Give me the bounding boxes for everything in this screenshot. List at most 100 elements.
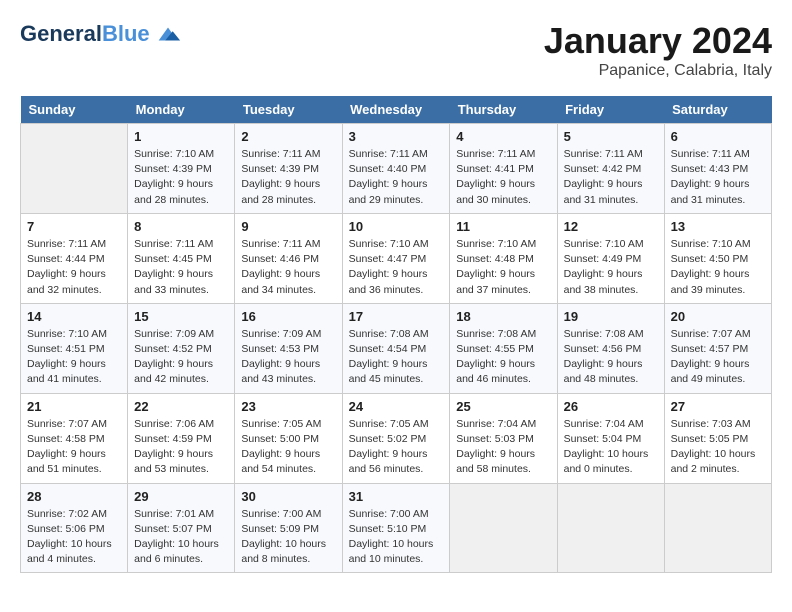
calendar-cell	[21, 124, 128, 214]
day-number: 24	[349, 399, 444, 414]
day-info: Sunrise: 7:10 AMSunset: 4:51 PMDaylight:…	[27, 327, 121, 388]
day-number: 3	[349, 129, 444, 144]
day-info: Sunrise: 7:11 AMSunset: 4:42 PMDaylight:…	[564, 147, 658, 208]
calendar-cell: 15 Sunrise: 7:09 AMSunset: 4:52 PMDaylig…	[128, 303, 235, 393]
day-info: Sunrise: 7:05 AMSunset: 5:00 PMDaylight:…	[241, 417, 335, 478]
day-number: 26	[564, 399, 658, 414]
day-info: Sunrise: 7:00 AMSunset: 5:09 PMDaylight:…	[241, 507, 335, 568]
day-number: 8	[134, 219, 228, 234]
logo-text: GeneralBlue	[20, 22, 150, 46]
calendar-cell: 3 Sunrise: 7:11 AMSunset: 4:40 PMDayligh…	[342, 124, 450, 214]
month-title: January 2024	[544, 20, 772, 62]
day-info: Sunrise: 7:08 AMSunset: 4:54 PMDaylight:…	[349, 327, 444, 388]
day-number: 21	[27, 399, 121, 414]
day-number: 25	[456, 399, 550, 414]
day-info: Sunrise: 7:05 AMSunset: 5:02 PMDaylight:…	[349, 417, 444, 478]
location-subtitle: Papanice, Calabria, Italy	[544, 62, 772, 80]
day-number: 14	[27, 309, 121, 324]
logo-icon	[154, 20, 182, 48]
day-number: 9	[241, 219, 335, 234]
weekday-header: Saturday	[664, 96, 771, 124]
logo: GeneralBlue	[20, 20, 182, 48]
day-number: 10	[349, 219, 444, 234]
calendar-cell: 8 Sunrise: 7:11 AMSunset: 4:45 PMDayligh…	[128, 213, 235, 303]
calendar-cell: 22 Sunrise: 7:06 AMSunset: 4:59 PMDaylig…	[128, 393, 235, 483]
day-info: Sunrise: 7:10 AMSunset: 4:50 PMDaylight:…	[671, 237, 765, 298]
calendar-cell: 13 Sunrise: 7:10 AMSunset: 4:50 PMDaylig…	[664, 213, 771, 303]
calendar-cell: 20 Sunrise: 7:07 AMSunset: 4:57 PMDaylig…	[664, 303, 771, 393]
weekday-header: Thursday	[450, 96, 557, 124]
weekday-header: Monday	[128, 96, 235, 124]
day-number: 15	[134, 309, 228, 324]
day-number: 19	[564, 309, 658, 324]
day-number: 16	[241, 309, 335, 324]
calendar-cell: 30 Sunrise: 7:00 AMSunset: 5:09 PMDaylig…	[235, 483, 342, 573]
calendar-cell: 28 Sunrise: 7:02 AMSunset: 5:06 PMDaylig…	[21, 483, 128, 573]
title-block: January 2024 Papanice, Calabria, Italy	[544, 20, 772, 80]
day-number: 23	[241, 399, 335, 414]
day-info: Sunrise: 7:04 AMSunset: 5:03 PMDaylight:…	[456, 417, 550, 478]
day-number: 28	[27, 489, 121, 504]
weekday-header: Friday	[557, 96, 664, 124]
day-info: Sunrise: 7:11 AMSunset: 4:44 PMDaylight:…	[27, 237, 121, 298]
calendar-cell: 1 Sunrise: 7:10 AMSunset: 4:39 PMDayligh…	[128, 124, 235, 214]
day-info: Sunrise: 7:04 AMSunset: 5:04 PMDaylight:…	[564, 417, 658, 478]
day-info: Sunrise: 7:11 AMSunset: 4:46 PMDaylight:…	[241, 237, 335, 298]
page-header: GeneralBlue January 2024 Papanice, Calab…	[20, 20, 772, 80]
calendar-cell: 31 Sunrise: 7:00 AMSunset: 5:10 PMDaylig…	[342, 483, 450, 573]
calendar-cell: 25 Sunrise: 7:04 AMSunset: 5:03 PMDaylig…	[450, 393, 557, 483]
day-info: Sunrise: 7:02 AMSunset: 5:06 PMDaylight:…	[27, 507, 121, 568]
calendar-cell: 14 Sunrise: 7:10 AMSunset: 4:51 PMDaylig…	[21, 303, 128, 393]
calendar-cell: 23 Sunrise: 7:05 AMSunset: 5:00 PMDaylig…	[235, 393, 342, 483]
day-info: Sunrise: 7:10 AMSunset: 4:39 PMDaylight:…	[134, 147, 228, 208]
day-info: Sunrise: 7:11 AMSunset: 4:45 PMDaylight:…	[134, 237, 228, 298]
calendar-cell: 7 Sunrise: 7:11 AMSunset: 4:44 PMDayligh…	[21, 213, 128, 303]
day-number: 7	[27, 219, 121, 234]
day-number: 4	[456, 129, 550, 144]
day-info: Sunrise: 7:00 AMSunset: 5:10 PMDaylight:…	[349, 507, 444, 568]
weekday-header: Sunday	[21, 96, 128, 124]
day-info: Sunrise: 7:10 AMSunset: 4:47 PMDaylight:…	[349, 237, 444, 298]
calendar-cell	[664, 483, 771, 573]
calendar-cell	[450, 483, 557, 573]
day-number: 6	[671, 129, 765, 144]
day-number: 18	[456, 309, 550, 324]
calendar-cell: 17 Sunrise: 7:08 AMSunset: 4:54 PMDaylig…	[342, 303, 450, 393]
day-number: 27	[671, 399, 765, 414]
day-info: Sunrise: 7:07 AMSunset: 4:57 PMDaylight:…	[671, 327, 765, 388]
day-info: Sunrise: 7:11 AMSunset: 4:40 PMDaylight:…	[349, 147, 444, 208]
day-number: 11	[456, 219, 550, 234]
day-number: 1	[134, 129, 228, 144]
weekday-header: Tuesday	[235, 96, 342, 124]
calendar-cell: 4 Sunrise: 7:11 AMSunset: 4:41 PMDayligh…	[450, 124, 557, 214]
day-info: Sunrise: 7:10 AMSunset: 4:48 PMDaylight:…	[456, 237, 550, 298]
day-info: Sunrise: 7:06 AMSunset: 4:59 PMDaylight:…	[134, 417, 228, 478]
day-info: Sunrise: 7:11 AMSunset: 4:43 PMDaylight:…	[671, 147, 765, 208]
day-info: Sunrise: 7:10 AMSunset: 4:49 PMDaylight:…	[564, 237, 658, 298]
day-info: Sunrise: 7:09 AMSunset: 4:53 PMDaylight:…	[241, 327, 335, 388]
day-number: 22	[134, 399, 228, 414]
calendar-cell: 21 Sunrise: 7:07 AMSunset: 4:58 PMDaylig…	[21, 393, 128, 483]
day-number: 20	[671, 309, 765, 324]
day-info: Sunrise: 7:03 AMSunset: 5:05 PMDaylight:…	[671, 417, 765, 478]
day-number: 5	[564, 129, 658, 144]
day-number: 12	[564, 219, 658, 234]
day-info: Sunrise: 7:01 AMSunset: 5:07 PMDaylight:…	[134, 507, 228, 568]
calendar-cell: 16 Sunrise: 7:09 AMSunset: 4:53 PMDaylig…	[235, 303, 342, 393]
calendar-cell: 6 Sunrise: 7:11 AMSunset: 4:43 PMDayligh…	[664, 124, 771, 214]
calendar-cell: 24 Sunrise: 7:05 AMSunset: 5:02 PMDaylig…	[342, 393, 450, 483]
calendar-cell: 5 Sunrise: 7:11 AMSunset: 4:42 PMDayligh…	[557, 124, 664, 214]
day-number: 31	[349, 489, 444, 504]
day-number: 17	[349, 309, 444, 324]
calendar-cell: 29 Sunrise: 7:01 AMSunset: 5:07 PMDaylig…	[128, 483, 235, 573]
day-number: 2	[241, 129, 335, 144]
day-info: Sunrise: 7:08 AMSunset: 4:56 PMDaylight:…	[564, 327, 658, 388]
calendar-cell: 18 Sunrise: 7:08 AMSunset: 4:55 PMDaylig…	[450, 303, 557, 393]
day-info: Sunrise: 7:11 AMSunset: 4:39 PMDaylight:…	[241, 147, 335, 208]
day-info: Sunrise: 7:11 AMSunset: 4:41 PMDaylight:…	[456, 147, 550, 208]
calendar-cell: 27 Sunrise: 7:03 AMSunset: 5:05 PMDaylig…	[664, 393, 771, 483]
calendar-table: SundayMondayTuesdayWednesdayThursdayFrid…	[20, 96, 772, 573]
calendar-cell: 26 Sunrise: 7:04 AMSunset: 5:04 PMDaylig…	[557, 393, 664, 483]
day-info: Sunrise: 7:09 AMSunset: 4:52 PMDaylight:…	[134, 327, 228, 388]
calendar-cell: 2 Sunrise: 7:11 AMSunset: 4:39 PMDayligh…	[235, 124, 342, 214]
